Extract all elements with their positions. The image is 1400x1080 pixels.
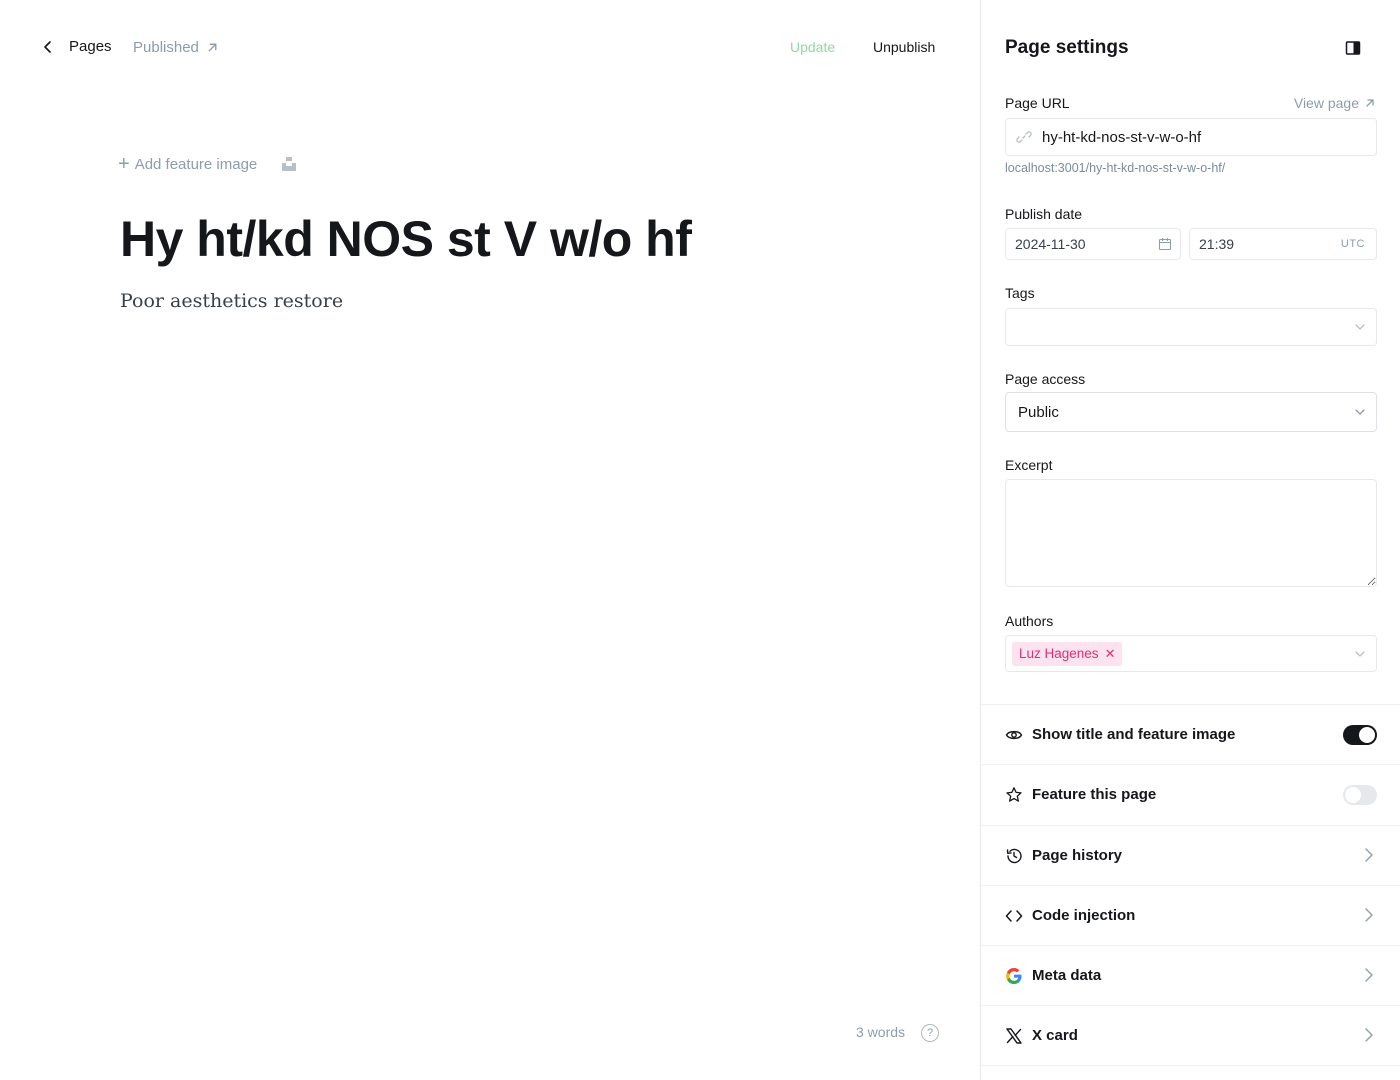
editor-area: Pages Published Update Unpublish + Add f… bbox=[0, 0, 980, 1080]
excerpt-textarea[interactable] bbox=[1005, 479, 1377, 587]
authors-select[interactable]: Luz Hagenes ✕ bbox=[1005, 635, 1377, 672]
page-url-field[interactable] bbox=[1005, 118, 1377, 156]
unsplash-icon[interactable] bbox=[281, 156, 297, 172]
authors-label: Authors bbox=[1005, 613, 1054, 629]
author-name: Luz Hagenes bbox=[1019, 646, 1099, 661]
history-icon bbox=[1005, 847, 1023, 865]
publish-time-value: 21:39 bbox=[1199, 236, 1235, 252]
page-url-hint: localhost:3001/hy-ht-kd-nos-st-v-w-o-hf/ bbox=[1005, 161, 1226, 175]
arrow-up-right-icon bbox=[1366, 99, 1374, 107]
chevron-left-icon bbox=[44, 40, 51, 53]
code-injection-label: Code injection bbox=[1032, 907, 1136, 924]
eye-icon bbox=[1005, 726, 1023, 744]
page-url-input[interactable] bbox=[1042, 128, 1362, 146]
show-title-toggle[interactable] bbox=[1343, 725, 1377, 745]
back-to-pages-button[interactable]: Pages bbox=[40, 38, 112, 55]
post-title[interactable]: Hy ht/kd NOS st V w/o hf bbox=[120, 210, 692, 268]
meta-data-label: Meta data bbox=[1032, 967, 1102, 984]
remove-author-icon[interactable]: ✕ bbox=[1105, 646, 1116, 662]
view-page-link[interactable]: View page bbox=[1294, 95, 1376, 111]
x-card-row[interactable]: X card bbox=[981, 1005, 1400, 1065]
page-history-label: Page history bbox=[1032, 847, 1123, 864]
back-label: Pages bbox=[69, 38, 112, 55]
update-button[interactable]: Update bbox=[790, 39, 835, 55]
feature-page-label: Feature this page bbox=[1032, 786, 1157, 803]
panel-title: Page settings bbox=[1005, 37, 1129, 58]
publish-date-value: 2024-11-30 bbox=[1015, 236, 1086, 252]
x-card-label: X card bbox=[1032, 1027, 1078, 1044]
chevron-right-icon bbox=[1365, 1028, 1373, 1042]
page-url-label: Page URL bbox=[1005, 95, 1070, 111]
view-page-label: View page bbox=[1293, 95, 1359, 111]
add-feature-image-button[interactable]: + Add feature image bbox=[118, 153, 258, 175]
page-access-label: Page access bbox=[1005, 371, 1086, 387]
chevron-down-icon bbox=[1355, 650, 1365, 657]
word-count: 3 words bbox=[856, 1024, 906, 1040]
unpublish-button[interactable]: Unpublish bbox=[873, 39, 935, 55]
published-status-link[interactable]: Published bbox=[133, 39, 219, 56]
timezone-label: UTC bbox=[1340, 238, 1365, 250]
page-access-select[interactable]: Public bbox=[1005, 392, 1377, 432]
chevron-down-icon bbox=[1355, 409, 1365, 415]
post-body-text[interactable]: Poor aesthetics restore bbox=[120, 290, 343, 312]
code-injection-row[interactable]: Code injection bbox=[981, 885, 1400, 945]
row-divider bbox=[981, 1065, 1400, 1066]
toggle-knob bbox=[1359, 727, 1375, 743]
status-label: Published bbox=[133, 39, 199, 56]
feature-page-row[interactable]: Feature this page bbox=[981, 764, 1400, 824]
feature-page-toggle[interactable] bbox=[1343, 785, 1377, 805]
calendar-icon[interactable] bbox=[1158, 237, 1172, 251]
chevron-right-icon bbox=[1365, 848, 1373, 862]
help-icon[interactable]: ? bbox=[921, 1024, 939, 1042]
show-title-feature-image-row[interactable]: Show title and feature image bbox=[981, 704, 1400, 764]
sidebar-toggle-icon[interactable] bbox=[1345, 40, 1361, 56]
link-icon bbox=[1016, 131, 1032, 143]
chevron-right-icon bbox=[1365, 908, 1373, 922]
editor-topbar: Pages Published Update Unpublish bbox=[0, 0, 980, 94]
add-feature-image-label: Add feature image bbox=[134, 155, 258, 173]
star-icon bbox=[1005, 786, 1023, 804]
publish-date-input[interactable]: 2024-11-30 bbox=[1005, 228, 1181, 260]
chevron-down-icon bbox=[1355, 324, 1365, 330]
arrow-up-right-icon bbox=[208, 43, 217, 52]
feature-image-row: + Add feature image bbox=[118, 153, 297, 175]
chevron-right-icon bbox=[1365, 968, 1373, 982]
meta-data-row[interactable]: Meta data bbox=[981, 945, 1400, 1005]
publish-date-label: Publish date bbox=[1005, 206, 1083, 222]
publish-time-input[interactable]: 21:39 UTC bbox=[1189, 228, 1377, 260]
show-title-label: Show title and feature image bbox=[1032, 726, 1236, 743]
tags-select[interactable] bbox=[1005, 308, 1377, 346]
tags-label: Tags bbox=[1005, 285, 1035, 301]
google-icon bbox=[1005, 967, 1023, 985]
page-history-row[interactable]: Page history bbox=[981, 825, 1400, 885]
toggle-knob bbox=[1345, 787, 1361, 803]
plus-icon: + bbox=[118, 153, 130, 175]
settings-panel: Page settings Page URL View page localho… bbox=[980, 0, 1400, 1080]
author-chip: Luz Hagenes ✕ bbox=[1012, 641, 1123, 666]
x-logo-icon bbox=[1005, 1027, 1023, 1045]
page-access-value: Public bbox=[1018, 403, 1059, 421]
excerpt-label: Excerpt bbox=[1005, 457, 1053, 473]
code-icon bbox=[1005, 907, 1023, 925]
